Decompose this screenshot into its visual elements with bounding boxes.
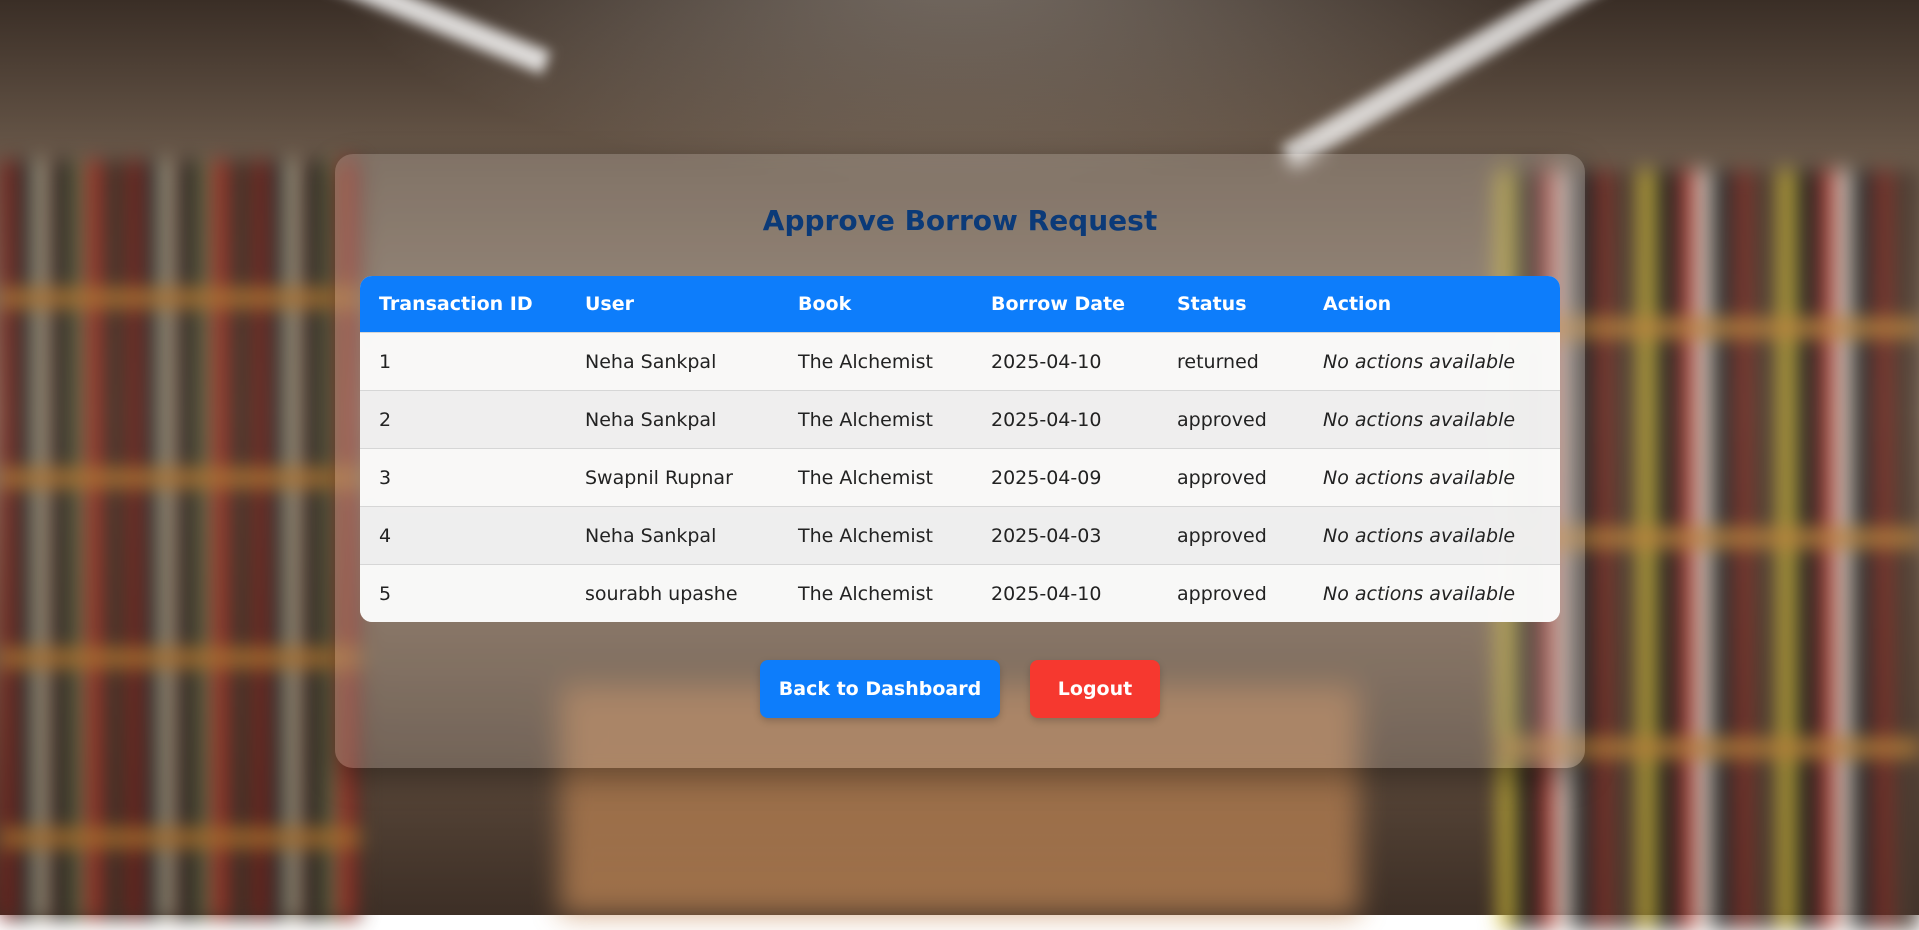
- cell-status: approved: [1158, 390, 1304, 449]
- cell-status: approved: [1158, 448, 1304, 507]
- header-transaction-id: Transaction ID: [379, 293, 533, 315]
- header-status: Status: [1177, 293, 1247, 315]
- cell-book: The Alchemist: [779, 564, 972, 622]
- table-header-row: Transaction ID User Book Borrow Date Sta…: [360, 276, 1560, 333]
- logout-button[interactable]: Logout: [1030, 660, 1160, 718]
- cell-borrow-date: 2025-04-10: [972, 332, 1158, 391]
- cell-user: sourabh upashe: [566, 564, 779, 622]
- borrow-requests-table: Transaction ID User Book Borrow Date Sta…: [360, 276, 1560, 622]
- cell-status: approved: [1158, 506, 1304, 565]
- cell-user: Swapnil Rupnar: [566, 448, 779, 507]
- cell-action: No actions available: [1304, 506, 1560, 565]
- header-borrow-date: Borrow Date: [991, 293, 1126, 315]
- table-row: 1 Neha Sankpal The Alchemist 2025-04-10 …: [360, 332, 1560, 391]
- cell-action: No actions available: [1304, 332, 1560, 391]
- cell-transaction-id: 1: [360, 332, 566, 391]
- ceiling-light-left: [189, 0, 551, 75]
- cell-status: returned: [1158, 332, 1304, 391]
- header-book: Book: [798, 293, 852, 315]
- cell-borrow-date: 2025-04-03: [972, 506, 1158, 565]
- cell-user: Neha Sankpal: [566, 332, 779, 391]
- header-action: Action: [1323, 293, 1392, 315]
- cell-user: Neha Sankpal: [566, 506, 779, 565]
- cell-action: No actions available: [1304, 564, 1560, 622]
- cell-transaction-id: 2: [360, 390, 566, 449]
- cell-status: approved: [1158, 564, 1304, 622]
- cell-book: The Alchemist: [779, 506, 972, 565]
- cell-transaction-id: 4: [360, 506, 566, 565]
- cell-user: Neha Sankpal: [566, 390, 779, 449]
- page-title: Approve Borrow Request: [762, 204, 1158, 237]
- table-row: 4 Neha Sankpal The Alchemist 2025-04-03 …: [360, 506, 1560, 565]
- header-user: User: [585, 293, 634, 315]
- cell-borrow-date: 2025-04-09: [972, 448, 1158, 507]
- table-row: 2 Neha Sankpal The Alchemist 2025-04-10 …: [360, 390, 1560, 449]
- cell-book: The Alchemist: [779, 332, 972, 391]
- cell-book: The Alchemist: [779, 448, 972, 507]
- cell-transaction-id: 5: [360, 564, 566, 622]
- cell-borrow-date: 2025-04-10: [972, 564, 1158, 622]
- cell-transaction-id: 3: [360, 448, 566, 507]
- table-row: 5 sourabh upashe The Alchemist 2025-04-1…: [360, 564, 1560, 622]
- cell-action: No actions available: [1304, 448, 1560, 507]
- cell-book: The Alchemist: [779, 390, 972, 449]
- back-to-dashboard-button[interactable]: Back to Dashboard: [760, 660, 1000, 718]
- ceiling-light-right: [1280, 0, 1658, 170]
- borrow-requests-table-wrapper: Transaction ID User Book Borrow Date Sta…: [360, 276, 1560, 622]
- table-row: 3 Swapnil Rupnar The Alchemist 2025-04-0…: [360, 448, 1560, 507]
- cell-borrow-date: 2025-04-10: [972, 390, 1158, 449]
- left-bookshelf: [0, 160, 360, 920]
- borrow-requests-panel: Approve Borrow Request Transaction ID Us…: [335, 154, 1585, 768]
- cell-action: No actions available: [1304, 390, 1560, 449]
